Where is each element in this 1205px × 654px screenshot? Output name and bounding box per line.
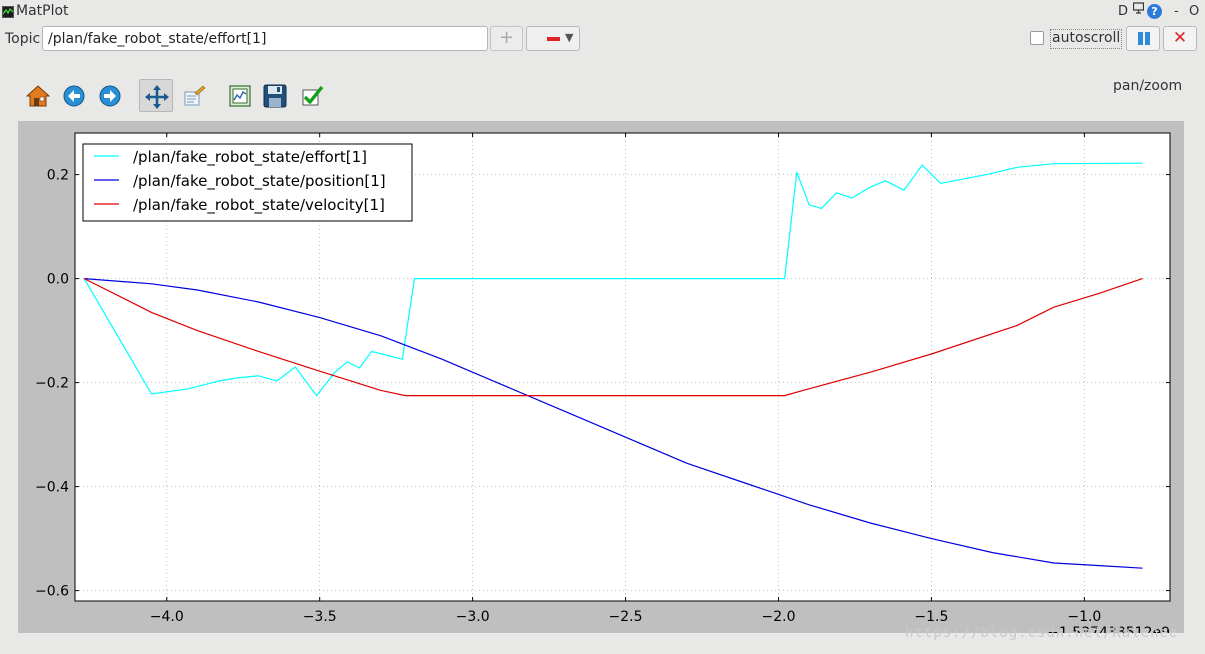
y-tick-label: 0.2	[47, 168, 69, 184]
x-tick-label: −1.5	[914, 609, 948, 625]
title-bar: MatPlot D ? - O	[0, 0, 1205, 26]
x-tick-label: −2.5	[609, 609, 643, 625]
add-topic-button[interactable]: +	[490, 26, 523, 51]
y-tick-label: −0.4	[35, 480, 69, 496]
toolbar-mode-label: pan/zoom	[1113, 78, 1183, 94]
dropdown-arrow-icon: ▼	[565, 31, 574, 44]
zoom-rect-icon	[229, 85, 251, 107]
forward-button[interactable]	[93, 79, 127, 112]
watermark-text: https://blog.csdn.net/Kalenee	[905, 625, 1179, 641]
check-icon	[302, 85, 324, 106]
x-tick-label: −3.0	[456, 609, 490, 625]
home-button[interactable]	[21, 79, 55, 112]
save-button[interactable]	[258, 79, 292, 112]
subplots-icon	[184, 85, 206, 106]
save-icon	[263, 84, 287, 108]
autoscroll-label[interactable]: autoscroll	[1050, 29, 1123, 49]
clear-button[interactable]: ✕	[1163, 26, 1197, 51]
app-icon	[2, 6, 14, 18]
subplots-button[interactable]	[177, 79, 211, 112]
legend-entry-label: /plan/fake_robot_state/velocity[1]	[133, 196, 385, 215]
forward-icon	[99, 85, 121, 107]
home-icon	[26, 85, 50, 107]
close-window-button[interactable]: O	[1189, 4, 1199, 19]
y-tick-label: 0.0	[47, 272, 69, 288]
apply-button[interactable]	[295, 79, 329, 112]
legend-entry-label: /plan/fake_robot_state/position[1]	[133, 172, 386, 191]
back-button[interactable]	[57, 79, 91, 112]
minus-icon	[547, 37, 560, 41]
y-tick-label: −0.2	[35, 376, 69, 392]
topic-label: Topic	[5, 31, 41, 47]
pause-button[interactable]	[1126, 26, 1160, 51]
pan-icon	[145, 85, 169, 109]
legend-entry-label: /plan/fake_robot_state/effort[1]	[133, 148, 367, 167]
x-tick-label: −1.0	[1067, 609, 1101, 625]
minimize-button[interactable]: -	[1174, 4, 1179, 19]
topic-input[interactable]	[42, 26, 488, 51]
help-button[interactable]: ?	[1147, 4, 1162, 19]
detach-button[interactable]: D	[1118, 4, 1128, 19]
window-title: MatPlot	[16, 3, 69, 19]
autoscroll-checkbox[interactable]	[1030, 31, 1044, 45]
pause-icon	[1138, 32, 1143, 45]
remove-topic-dropdown[interactable]: ▼	[526, 26, 580, 51]
zoom-rect-button[interactable]	[223, 79, 257, 112]
x-tick-label: −4.0	[150, 609, 184, 625]
plot-figure[interactable]: −4.0 −3.5 −3.0 −2.5 −2.0 −1.5 −1.0 0.2 0.0 −0.2 −0…	[18, 121, 1184, 633]
x-tick-label: −3.5	[303, 609, 337, 625]
back-icon	[63, 85, 85, 107]
x-tick-label: −2.0	[761, 609, 795, 625]
pan-button[interactable]	[139, 79, 173, 112]
plot-canvas[interactable]: −4.0 −3.5 −3.0 −2.5 −2.0 −1.5 −1.0 0.2 0.0 −0.2 −0…	[18, 121, 1184, 633]
monitor-icon[interactable]	[1132, 2, 1145, 18]
y-tick-label: −0.6	[35, 584, 69, 600]
